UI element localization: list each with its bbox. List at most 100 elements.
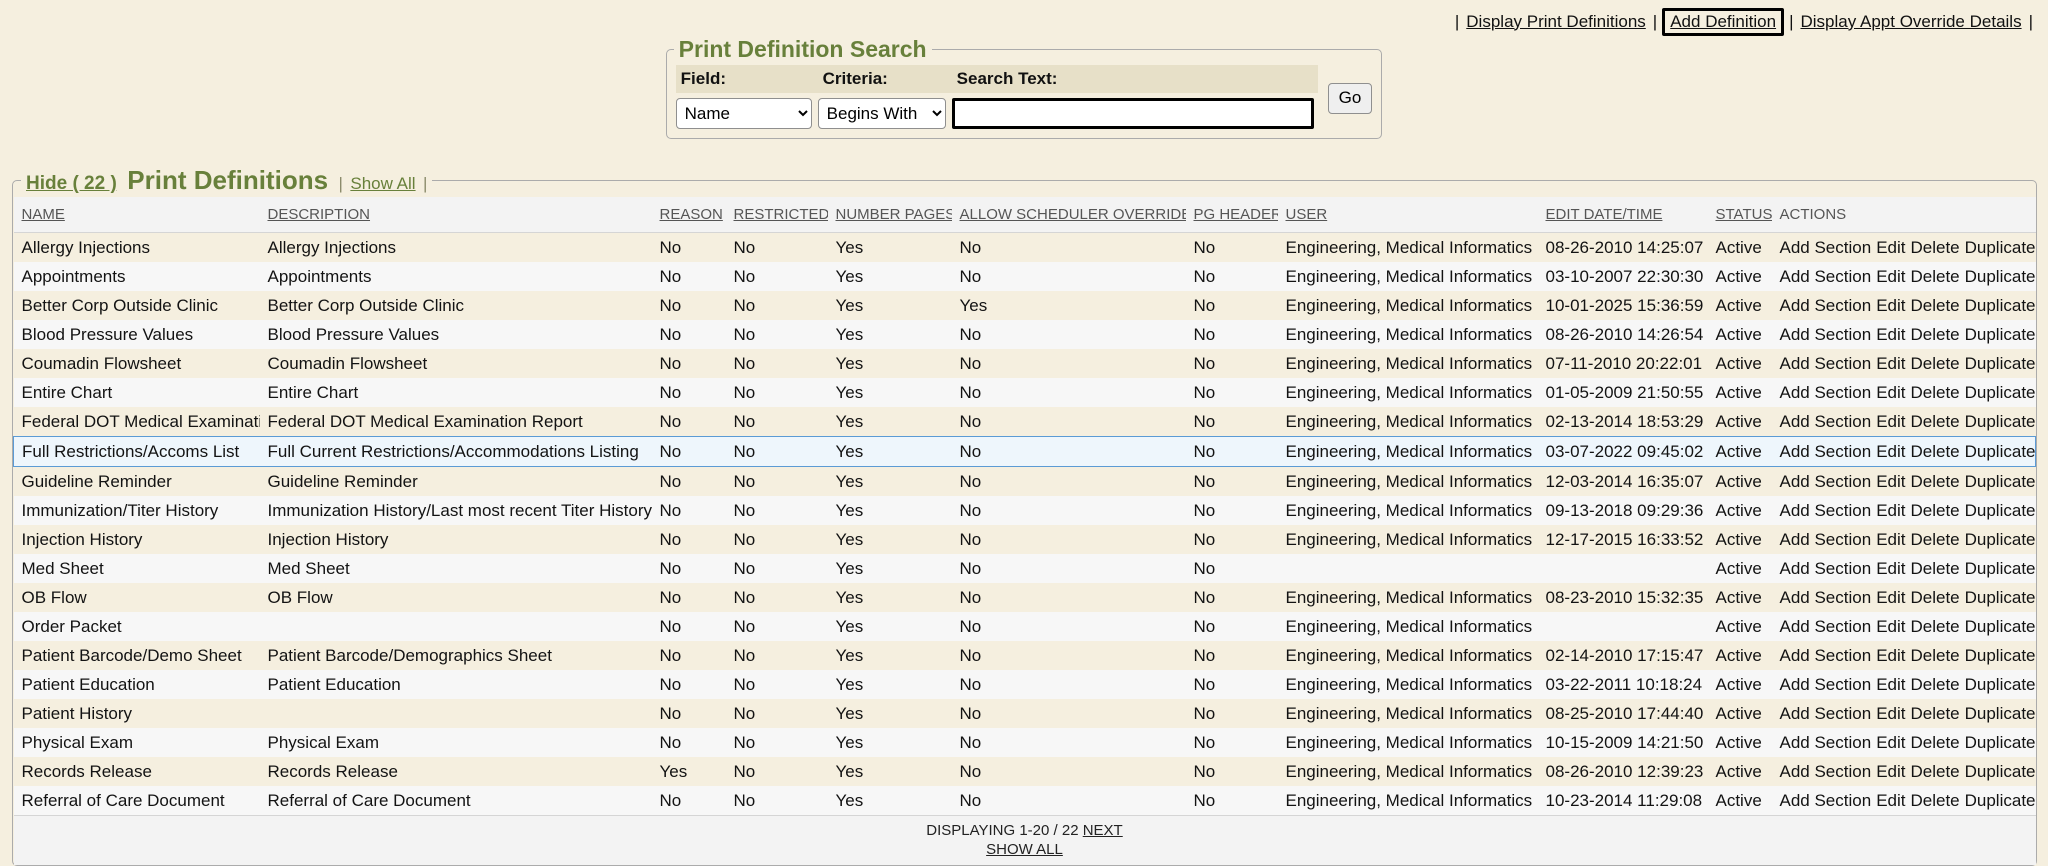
- table-row[interactable]: Appointments Appointments No No Yes No N…: [14, 262, 2036, 291]
- action-duplicate-link[interactable]: Duplicate: [1965, 354, 2036, 373]
- action-add-section-link[interactable]: Add Section: [1780, 762, 1872, 781]
- action-edit-link[interactable]: Edit: [1876, 412, 1905, 431]
- action-add-section-link[interactable]: Add Section: [1780, 267, 1872, 286]
- action-delete-link[interactable]: Delete: [1910, 296, 1959, 315]
- action-edit-link[interactable]: Edit: [1876, 588, 1905, 607]
- action-duplicate-link[interactable]: Duplicate: [1965, 530, 2036, 549]
- action-edit-link[interactable]: Edit: [1876, 646, 1905, 665]
- action-add-section-link[interactable]: Add Section: [1780, 412, 1872, 431]
- action-delete-link[interactable]: Delete: [1910, 472, 1959, 491]
- action-delete-link[interactable]: Delete: [1910, 559, 1959, 578]
- column-header-pg-header[interactable]: PG HEADER: [1186, 197, 1278, 233]
- action-edit-link[interactable]: Edit: [1876, 354, 1905, 373]
- action-duplicate-link[interactable]: Duplicate: [1965, 238, 2036, 257]
- action-edit-link[interactable]: Edit: [1876, 238, 1905, 257]
- action-duplicate-link[interactable]: Duplicate: [1965, 559, 2036, 578]
- action-add-section-link[interactable]: Add Section: [1780, 472, 1872, 491]
- action-add-section-link[interactable]: Add Section: [1780, 383, 1872, 402]
- action-duplicate-link[interactable]: Duplicate: [1965, 704, 2036, 723]
- action-add-section-link[interactable]: Add Section: [1780, 704, 1872, 723]
- action-add-section-link[interactable]: Add Section: [1780, 675, 1872, 694]
- action-add-section-link[interactable]: Add Section: [1780, 617, 1872, 636]
- show-all-pager-link[interactable]: SHOW ALL: [986, 841, 1063, 858]
- action-duplicate-link[interactable]: Duplicate: [1965, 762, 2036, 781]
- action-add-section-link[interactable]: Add Section: [1780, 646, 1872, 665]
- action-duplicate-link[interactable]: Duplicate: [1965, 296, 2036, 315]
- action-duplicate-link[interactable]: Duplicate: [1965, 733, 2036, 752]
- action-edit-link[interactable]: Edit: [1876, 296, 1905, 315]
- column-header-restricted[interactable]: RESTRICTED: [726, 197, 828, 233]
- action-edit-link[interactable]: Edit: [1876, 762, 1905, 781]
- hide-link[interactable]: Hide ( 22 ): [26, 173, 117, 194]
- nav-link-display-print-definitions[interactable]: Display Print Definitions: [1466, 12, 1646, 32]
- action-edit-link[interactable]: Edit: [1876, 530, 1905, 549]
- action-delete-link[interactable]: Delete: [1910, 383, 1959, 402]
- nav-link-display-appt-override-details[interactable]: Display Appt Override Details: [1800, 12, 2021, 32]
- action-duplicate-link[interactable]: Duplicate: [1965, 501, 2036, 520]
- action-add-section-link[interactable]: Add Section: [1780, 530, 1872, 549]
- action-edit-link[interactable]: Edit: [1876, 791, 1905, 810]
- action-edit-link[interactable]: Edit: [1876, 325, 1905, 344]
- action-edit-link[interactable]: Edit: [1876, 383, 1905, 402]
- show-all-link[interactable]: Show All: [350, 174, 415, 193]
- action-duplicate-link[interactable]: Duplicate: [1965, 617, 2036, 636]
- action-edit-link[interactable]: Edit: [1876, 675, 1905, 694]
- action-edit-link[interactable]: Edit: [1876, 733, 1905, 752]
- table-row[interactable]: Physical Exam Physical Exam No No Yes No…: [14, 728, 2036, 757]
- action-duplicate-link[interactable]: Duplicate: [1965, 588, 2036, 607]
- action-add-section-link[interactable]: Add Section: [1780, 354, 1872, 373]
- table-row[interactable]: Allergy Injections Allergy Injections No…: [14, 233, 2036, 263]
- next-page-link[interactable]: NEXT: [1083, 822, 1123, 839]
- action-duplicate-link[interactable]: Duplicate: [1965, 791, 2036, 810]
- criteria-select[interactable]: Begins With: [818, 98, 946, 129]
- table-row[interactable]: Referral of Care Document Referral of Ca…: [14, 786, 2036, 816]
- action-add-section-link[interactable]: Add Section: [1780, 325, 1872, 344]
- action-delete-link[interactable]: Delete: [1910, 412, 1959, 431]
- table-row[interactable]: Better Corp Outside Clinic Better Corp O…: [14, 291, 2036, 320]
- action-delete-link[interactable]: Delete: [1910, 325, 1959, 344]
- column-header-status[interactable]: STATUS: [1708, 197, 1772, 233]
- table-row[interactable]: Coumadin Flowsheet Coumadin Flowsheet No…: [14, 349, 2036, 378]
- action-delete-link[interactable]: Delete: [1910, 354, 1959, 373]
- column-header-user[interactable]: USER: [1278, 197, 1538, 233]
- action-delete-link[interactable]: Delete: [1910, 791, 1959, 810]
- action-edit-link[interactable]: Edit: [1876, 442, 1905, 461]
- action-delete-link[interactable]: Delete: [1910, 530, 1959, 549]
- action-duplicate-link[interactable]: Duplicate: [1965, 675, 2036, 694]
- column-header-number-pages[interactable]: NUMBER PAGES: [828, 197, 952, 233]
- table-row[interactable]: Federal DOT Medical Examinati Federal DO…: [14, 407, 2036, 437]
- column-header-description[interactable]: DESCRIPTION: [260, 197, 652, 233]
- action-add-section-link[interactable]: Add Section: [1780, 588, 1872, 607]
- action-add-section-link[interactable]: Add Section: [1780, 501, 1872, 520]
- column-header-allow-scheduler-override[interactable]: ALLOW SCHEDULER OVERRIDE: [952, 197, 1186, 233]
- action-edit-link[interactable]: Edit: [1876, 501, 1905, 520]
- action-delete-link[interactable]: Delete: [1910, 238, 1959, 257]
- table-row[interactable]: Patient History No No Yes No No Engineer…: [14, 699, 2036, 728]
- table-row[interactable]: Order Packet No No Yes No No Engineering…: [14, 612, 2036, 641]
- action-add-section-link[interactable]: Add Section: [1780, 442, 1872, 461]
- table-row[interactable]: Patient Education Patient Education No N…: [14, 670, 2036, 699]
- action-edit-link[interactable]: Edit: [1876, 617, 1905, 636]
- action-delete-link[interactable]: Delete: [1910, 267, 1959, 286]
- table-row[interactable]: Med Sheet Med Sheet No No Yes No No Acti…: [14, 554, 2036, 583]
- table-row[interactable]: Immunization/Titer History Immunization …: [14, 496, 2036, 525]
- table-row[interactable]: Patient Barcode/Demo Sheet Patient Barco…: [14, 641, 2036, 670]
- action-edit-link[interactable]: Edit: [1876, 267, 1905, 286]
- action-delete-link[interactable]: Delete: [1910, 501, 1959, 520]
- action-delete-link[interactable]: Delete: [1910, 762, 1959, 781]
- action-add-section-link[interactable]: Add Section: [1780, 559, 1872, 578]
- column-header-name[interactable]: NAME: [14, 197, 260, 233]
- action-delete-link[interactable]: Delete: [1910, 588, 1959, 607]
- table-row[interactable]: OB Flow OB Flow No No Yes No No Engineer…: [14, 583, 2036, 612]
- column-header-reason[interactable]: REASON: [652, 197, 726, 233]
- action-delete-link[interactable]: Delete: [1910, 617, 1959, 636]
- action-add-section-link[interactable]: Add Section: [1780, 238, 1872, 257]
- table-row[interactable]: Entire Chart Entire Chart No No Yes No N…: [14, 378, 2036, 407]
- action-edit-link[interactable]: Edit: [1876, 559, 1905, 578]
- field-select[interactable]: Name: [676, 98, 812, 129]
- action-add-section-link[interactable]: Add Section: [1780, 791, 1872, 810]
- search-text-input[interactable]: [952, 98, 1314, 129]
- table-row[interactable]: Injection History Injection History No N…: [14, 525, 2036, 554]
- go-button[interactable]: Go: [1328, 83, 1373, 114]
- action-edit-link[interactable]: Edit: [1876, 704, 1905, 723]
